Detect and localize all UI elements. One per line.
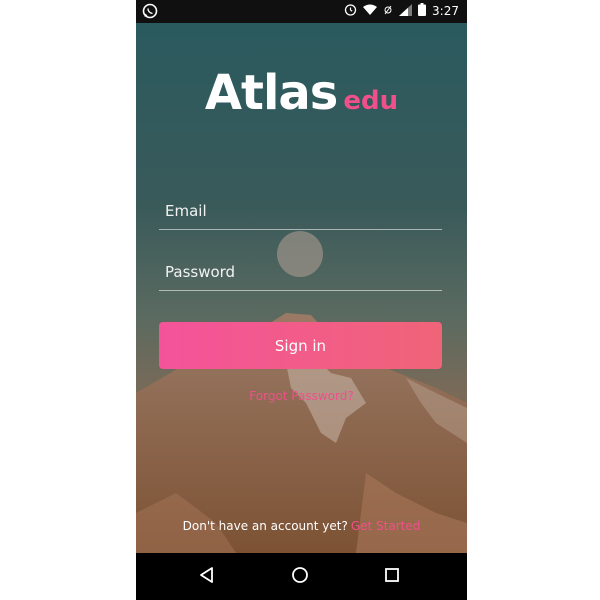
recents-icon[interactable] bbox=[383, 566, 401, 588]
logo-atlas-text: Atlas bbox=[204, 65, 339, 121]
whatsapp-icon bbox=[142, 3, 158, 22]
signal-icon bbox=[399, 3, 413, 19]
battery-icon bbox=[418, 3, 427, 19]
wifi-icon bbox=[363, 4, 378, 19]
email-field bbox=[159, 189, 442, 230]
alarm-icon bbox=[344, 3, 357, 19]
forgot-password-link[interactable]: Forgot Password? bbox=[136, 389, 467, 403]
email-input[interactable] bbox=[163, 201, 437, 221]
back-icon[interactable] bbox=[198, 566, 216, 588]
data-icon bbox=[383, 4, 393, 19]
signup-row: Don't have an account yet? Get Started bbox=[136, 519, 467, 533]
phone-screen: 3:27 Atlasedu Sign in bbox=[136, 0, 467, 600]
sign-in-button[interactable]: Sign in bbox=[159, 322, 442, 369]
signup-prompt: Don't have an account yet? bbox=[182, 519, 348, 533]
touch-ripple bbox=[277, 231, 323, 277]
navigation-bar bbox=[136, 553, 467, 600]
home-icon[interactable] bbox=[291, 566, 309, 588]
status-time: 3:27 bbox=[432, 4, 459, 18]
app-logo: Atlas edu bbox=[136, 65, 467, 121]
logo-edu-text: edu bbox=[343, 86, 399, 116]
login-screen: Atlasedu Sign in Forgot Password? Don't … bbox=[136, 23, 467, 553]
get-started-link[interactable]: Get Started bbox=[351, 519, 421, 533]
status-bar: 3:27 bbox=[136, 0, 467, 23]
